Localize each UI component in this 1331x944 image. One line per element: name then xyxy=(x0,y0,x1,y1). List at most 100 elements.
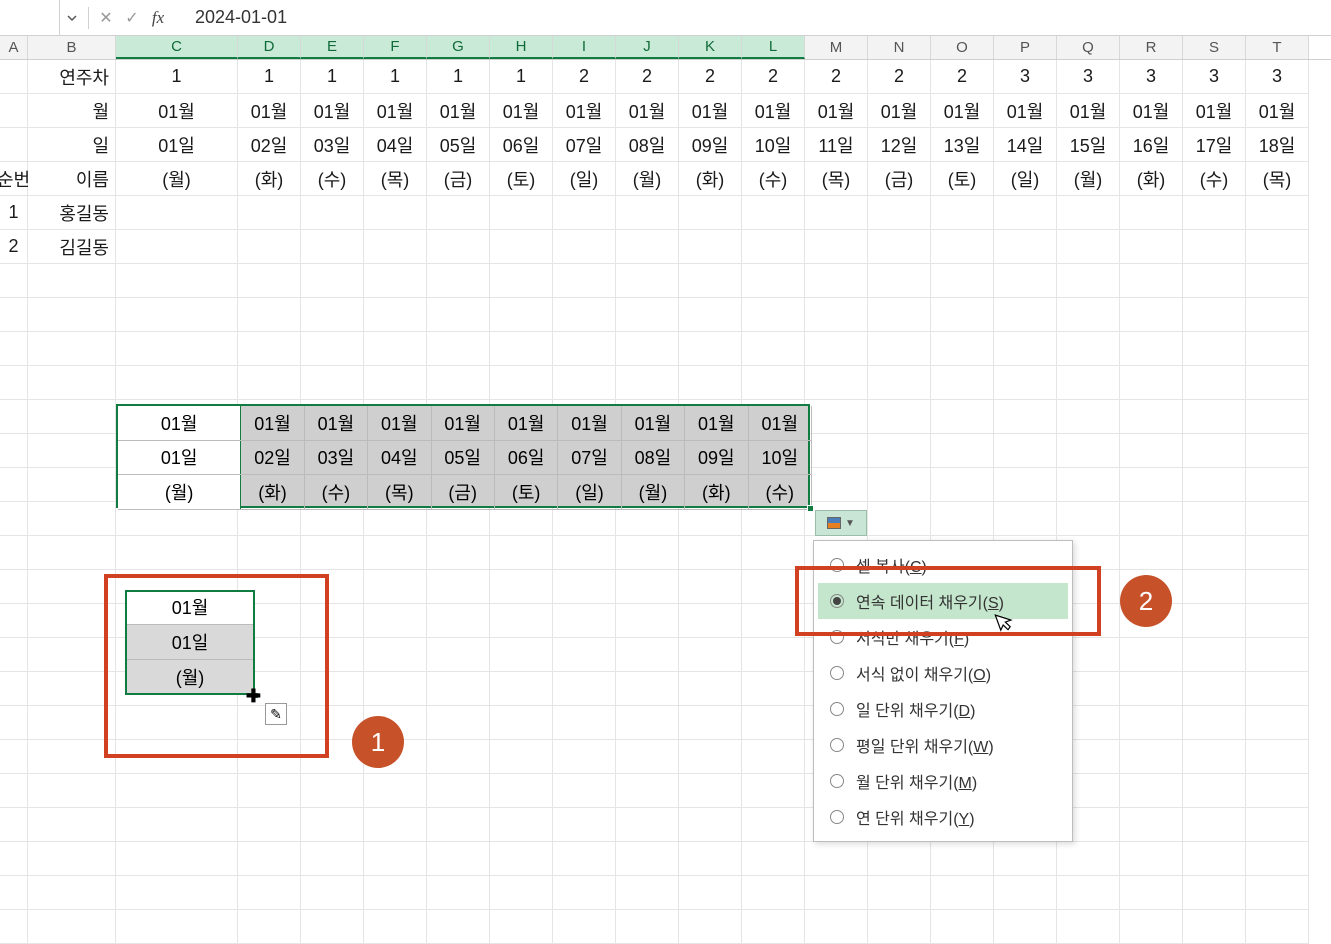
empty-cell[interactable] xyxy=(679,196,742,230)
cell[interactable] xyxy=(805,264,868,298)
cell[interactable] xyxy=(427,706,490,740)
cell[interactable] xyxy=(742,604,805,638)
cell[interactable] xyxy=(994,264,1057,298)
cell[interactable] xyxy=(1246,298,1309,332)
cell[interactable] xyxy=(868,876,931,910)
cell[interactable] xyxy=(1120,366,1183,400)
cell[interactable] xyxy=(805,298,868,332)
cell[interactable] xyxy=(28,400,116,434)
cell[interactable] xyxy=(742,672,805,706)
cell[interactable] xyxy=(1183,774,1246,808)
cell[interactable] xyxy=(742,876,805,910)
cell[interactable] xyxy=(28,536,116,570)
data-cell[interactable]: 06일 xyxy=(490,128,553,162)
cell[interactable] xyxy=(1183,570,1246,604)
cell[interactable] xyxy=(616,740,679,774)
cell[interactable] xyxy=(490,638,553,672)
empty-cell[interactable] xyxy=(1183,196,1246,230)
cell[interactable] xyxy=(364,706,427,740)
row-label[interactable]: 월 xyxy=(28,94,116,128)
cell[interactable] xyxy=(616,366,679,400)
column-header-D[interactable]: D xyxy=(238,36,301,59)
data-cell[interactable]: 01월 xyxy=(994,94,1057,128)
cell[interactable] xyxy=(1246,604,1309,638)
cell[interactable] xyxy=(116,774,238,808)
empty-cell[interactable] xyxy=(427,196,490,230)
cell[interactable] xyxy=(427,298,490,332)
data-cell[interactable]: (금) xyxy=(427,162,490,196)
fx-icon[interactable]: fx xyxy=(145,5,171,31)
cell[interactable] xyxy=(1246,570,1309,604)
cell[interactable] xyxy=(1246,332,1309,366)
cell[interactable] xyxy=(490,672,553,706)
data-cell[interactable]: 01일 xyxy=(116,128,238,162)
empty-cell[interactable] xyxy=(427,230,490,264)
column-header-K[interactable]: K xyxy=(679,36,742,59)
cell[interactable] xyxy=(553,434,616,468)
cell[interactable] xyxy=(553,536,616,570)
empty-cell[interactable] xyxy=(679,230,742,264)
cell[interactable] xyxy=(1246,808,1309,842)
empty-cell[interactable] xyxy=(805,196,868,230)
data-cell[interactable]: (일) xyxy=(994,162,1057,196)
cell[interactable] xyxy=(364,808,427,842)
cancel-icon[interactable]: ✕ xyxy=(93,5,119,31)
empty-cell[interactable] xyxy=(931,196,994,230)
data-cell[interactable]: 17일 xyxy=(1183,128,1246,162)
cell[interactable] xyxy=(1057,876,1120,910)
autofill-menu-item[interactable]: 월 단위 채우기(M) xyxy=(818,763,1068,799)
cell[interactable] xyxy=(490,332,553,366)
column-header-Q[interactable]: Q xyxy=(1057,36,1120,59)
cell[interactable] xyxy=(1057,434,1120,468)
cell[interactable] xyxy=(427,604,490,638)
data-cell[interactable]: 1 xyxy=(427,60,490,94)
cell[interactable] xyxy=(301,468,364,502)
cell[interactable] xyxy=(553,910,616,944)
empty-cell[interactable] xyxy=(364,230,427,264)
cell[interactable] xyxy=(116,298,238,332)
cell[interactable] xyxy=(490,910,553,944)
cell[interactable] xyxy=(364,672,427,706)
cell[interactable] xyxy=(28,876,116,910)
cell[interactable] xyxy=(679,536,742,570)
cell[interactable] xyxy=(616,536,679,570)
data-cell[interactable]: (목) xyxy=(805,162,868,196)
cell[interactable] xyxy=(1183,536,1246,570)
cell[interactable] xyxy=(0,332,28,366)
cell[interactable] xyxy=(364,536,427,570)
cell[interactable] xyxy=(742,570,805,604)
cell[interactable] xyxy=(301,808,364,842)
empty-cell[interactable] xyxy=(1246,230,1309,264)
cell[interactable] xyxy=(868,468,931,502)
cell[interactable] xyxy=(301,604,364,638)
row-label[interactable]: 연주차 xyxy=(28,60,116,94)
cell[interactable] xyxy=(868,434,931,468)
cell[interactable] xyxy=(805,468,868,502)
cell[interactable] xyxy=(679,706,742,740)
empty-cell[interactable] xyxy=(490,230,553,264)
cell[interactable] xyxy=(616,672,679,706)
data-cell[interactable]: 3 xyxy=(994,60,1057,94)
cell[interactable] xyxy=(679,910,742,944)
cell[interactable] xyxy=(238,468,301,502)
data-cell[interactable]: 2 xyxy=(616,60,679,94)
cell[interactable] xyxy=(490,842,553,876)
data-cell[interactable]: 13일 xyxy=(931,128,994,162)
empty-cell[interactable] xyxy=(616,230,679,264)
cell[interactable] xyxy=(1183,876,1246,910)
cell[interactable] xyxy=(931,332,994,366)
cell[interactable] xyxy=(1120,706,1183,740)
cell[interactable] xyxy=(116,842,238,876)
cell[interactable] xyxy=(364,264,427,298)
cell[interactable] xyxy=(1120,672,1183,706)
cell[interactable] xyxy=(116,434,238,468)
cell[interactable] xyxy=(116,264,238,298)
cell[interactable] xyxy=(679,468,742,502)
cell[interactable] xyxy=(1057,468,1120,502)
cell[interactable] xyxy=(931,910,994,944)
cell[interactable] xyxy=(616,570,679,604)
cell[interactable] xyxy=(28,468,116,502)
data-cell[interactable]: 01월 xyxy=(364,94,427,128)
empty-cell[interactable] xyxy=(994,230,1057,264)
cell[interactable] xyxy=(1120,264,1183,298)
